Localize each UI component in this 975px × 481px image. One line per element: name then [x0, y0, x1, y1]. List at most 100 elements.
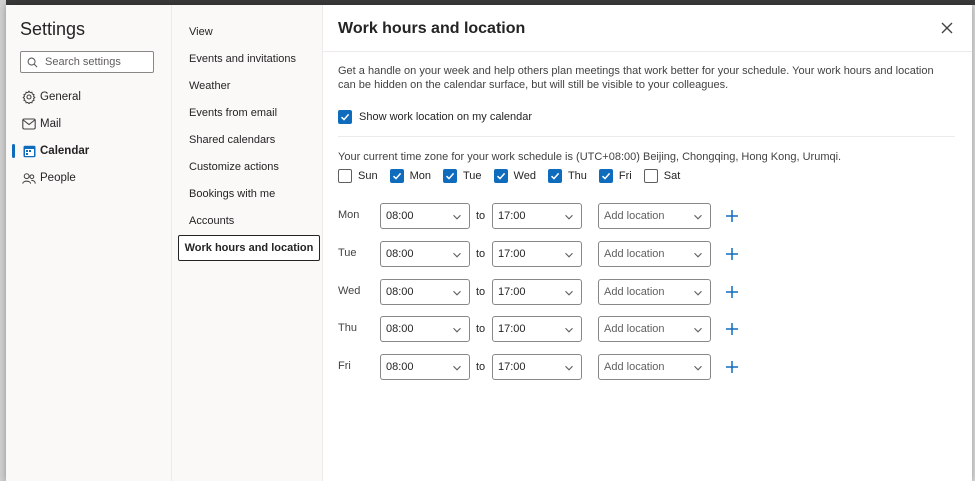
chevron-down-icon — [565, 252, 573, 258]
chevron-down-icon — [453, 252, 461, 258]
end-time-value: 17:00 — [498, 361, 526, 373]
checkmark-icon — [445, 172, 455, 180]
search-input[interactable] — [43, 55, 147, 69]
add-location-button[interactable] — [724, 208, 740, 224]
end-time-value: 17:00 — [498, 210, 526, 222]
subnav-item-view[interactable]: View — [189, 26, 213, 38]
chevron-down-icon — [453, 365, 461, 371]
schedule-day-label: Thu — [338, 322, 357, 334]
chevron-down-icon — [565, 214, 573, 220]
location-placeholder: Add location — [604, 286, 665, 298]
location-placeholder: Add location — [604, 210, 665, 222]
subnav-item-events-from-email[interactable]: Events from email — [189, 107, 277, 119]
location-placeholder: Add location — [604, 323, 665, 335]
nav-item-label: People — [40, 172, 76, 184]
start-time-value: 08:00 — [386, 286, 414, 298]
page-title: Work hours and location — [338, 20, 526, 37]
day-label: Tue — [462, 170, 482, 182]
day-label: Wed — [513, 170, 536, 182]
nav-item-calendar[interactable]: Calendar — [6, 139, 171, 163]
day-wed-checkbox[interactable] — [493, 169, 508, 183]
day-label: Mon — [409, 170, 431, 182]
start-time-value: 08:00 — [386, 248, 414, 260]
day-mon: Mon — [389, 169, 431, 183]
location-dropdown[interactable]: Add location — [598, 354, 711, 380]
day-sun: Sun — [338, 169, 378, 183]
start-time-dropdown[interactable]: 08:00 — [380, 279, 470, 305]
day-sun-checkbox[interactable] — [338, 169, 352, 183]
subnav-item-shared-calendars[interactable]: Shared calendars — [189, 134, 275, 146]
start-time-value: 08:00 — [386, 210, 414, 222]
chevron-down-icon — [565, 327, 573, 333]
end-time-dropdown[interactable]: 17:00 — [492, 354, 582, 380]
add-location-button[interactable] — [724, 321, 740, 337]
subnav-item-events-invitations[interactable]: Events and invitations — [189, 53, 296, 65]
workdays-checkboxes: Sun Mon Tue Wed Thu Fri Sat — [338, 169, 692, 183]
chevron-down-icon — [694, 252, 702, 258]
start-time-dropdown[interactable]: 08:00 — [380, 316, 470, 342]
day-label: Sun — [358, 170, 378, 182]
to-label: to — [476, 361, 486, 373]
start-time-dropdown[interactable]: 08:00 — [380, 241, 470, 267]
start-time-dropdown[interactable]: 08:00 — [380, 354, 470, 380]
day-fri-checkbox[interactable] — [598, 169, 613, 183]
show-location-checkbox[interactable] — [338, 110, 352, 124]
checkmark-icon — [392, 172, 401, 180]
day-label: Thu — [567, 170, 587, 182]
search-box[interactable] — [20, 51, 154, 73]
start-time-dropdown[interactable]: 08:00 — [380, 203, 470, 229]
end-time-dropdown[interactable]: 17:00 — [492, 279, 582, 305]
nav-item-general[interactable]: General — [6, 85, 171, 109]
end-time-dropdown[interactable]: 17:00 — [492, 316, 582, 342]
to-label: to — [476, 323, 486, 335]
day-mon-checkbox[interactable] — [389, 169, 404, 183]
subnav-item-bookings[interactable]: Bookings with me — [189, 188, 275, 200]
search-icon — [27, 57, 38, 67]
day-sat-checkbox[interactable] — [643, 169, 658, 183]
schedule-row-mon: Mon 08:00 to 17:00 Add location — [338, 203, 758, 229]
section-divider — [338, 136, 955, 137]
add-location-button[interactable] — [724, 359, 740, 375]
checkmark-icon — [496, 172, 505, 180]
subnav-item-weather[interactable]: Weather — [189, 80, 230, 92]
location-dropdown[interactable]: Add location — [598, 316, 711, 342]
settings-dialog: Settings General — [6, 5, 972, 481]
timezone-text: Your current time zone for your work sch… — [338, 151, 842, 163]
location-placeholder: Add location — [604, 361, 665, 373]
subnav-item-customize-actions[interactable]: Customize actions — [189, 161, 279, 173]
location-dropdown[interactable]: Add location — [598, 241, 711, 267]
location-placeholder: Add location — [604, 248, 665, 260]
end-time-dropdown[interactable]: 17:00 — [492, 203, 582, 229]
chevron-down-icon — [453, 327, 461, 333]
day-label: Fri — [618, 170, 632, 182]
day-tue-checkbox[interactable] — [442, 169, 457, 183]
calendar-icon — [22, 144, 36, 158]
subnav-item-accounts[interactable]: Accounts — [189, 215, 234, 227]
work-hours-panel: Work hours and location Get a handle on … — [323, 5, 972, 481]
schedule-day-label: Tue — [338, 247, 357, 259]
add-location-button[interactable] — [724, 284, 740, 300]
nav-item-mail[interactable]: Mail — [6, 112, 171, 136]
chevron-down-icon — [565, 290, 573, 296]
day-thu-checkbox[interactable] — [547, 169, 562, 183]
schedule-day-label: Wed — [338, 285, 361, 297]
nav-item-label: Calendar — [40, 145, 90, 157]
chevron-down-icon — [694, 365, 702, 371]
end-time-value: 17:00 — [498, 323, 526, 335]
location-dropdown[interactable]: Add location — [598, 279, 711, 305]
close-button[interactable] — [940, 21, 954, 35]
header-divider — [323, 51, 972, 52]
subnav-item-work-hours[interactable]: Work hours and location — [178, 235, 320, 261]
chevron-down-icon — [694, 290, 702, 296]
day-fri: Fri — [598, 169, 632, 183]
day-thu: Thu — [547, 169, 587, 183]
day-label: Sat — [663, 170, 681, 182]
add-location-button[interactable] — [724, 246, 740, 262]
end-time-value: 17:00 — [498, 248, 526, 260]
end-time-dropdown[interactable]: 17:00 — [492, 241, 582, 267]
nav-item-people[interactable]: People — [6, 166, 171, 190]
mail-icon — [22, 117, 36, 131]
location-dropdown[interactable]: Add location — [598, 203, 711, 229]
settings-title: Settings — [20, 19, 86, 39]
schedule-day-label: Fri — [338, 360, 351, 372]
